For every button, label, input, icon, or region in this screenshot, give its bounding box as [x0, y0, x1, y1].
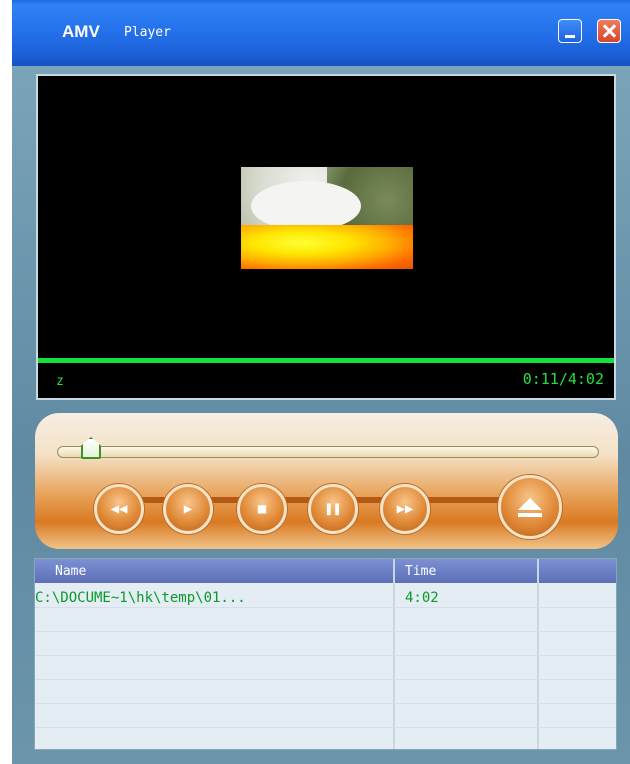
column-header-name[interactable]: Name	[55, 564, 86, 579]
pause-icon: ❚❚	[324, 501, 342, 517]
time-display: 0:11/4:02	[522, 370, 604, 388]
play-button[interactable]: ▶	[163, 484, 213, 534]
rewind-icon: ◀◀	[110, 501, 128, 517]
window-title: Player	[124, 25, 171, 40]
app-brand: AMV	[62, 22, 100, 41]
file-time: 4:02	[405, 590, 439, 606]
seek-slider-track[interactable]	[57, 446, 599, 458]
seek-slider-thumb[interactable]	[81, 437, 101, 459]
eject-button[interactable]	[498, 475, 562, 539]
file-name: C:\DOCUME~1\hk\temp\01...	[35, 590, 246, 606]
fast-forward-icon: ▶▶	[396, 501, 414, 517]
video-screen[interactable]: z 0:11/4:02	[36, 74, 616, 400]
list-item[interactable]: C:\DOCUME~1\hk\temp\01... 4:02	[35, 583, 616, 607]
play-icon: ▶	[183, 501, 193, 517]
video-status-text: z	[56, 374, 64, 389]
playback-progress-line	[38, 358, 614, 363]
stop-button[interactable]: ■	[237, 484, 287, 534]
rewind-button[interactable]: ◀◀	[94, 484, 144, 534]
playlist: Name Time C:\DOCUME~1\hk\temp\01... 4:02	[34, 558, 617, 750]
minimize-button[interactable]	[558, 19, 582, 43]
stop-icon: ■	[257, 501, 267, 517]
playlist-header: Name Time	[35, 559, 616, 583]
eject-icon	[501, 478, 559, 536]
fast-forward-button[interactable]: ▶▶	[380, 484, 430, 534]
pause-button[interactable]: ❚❚	[308, 484, 358, 534]
video-frame	[241, 167, 413, 269]
title-bar[interactable]: AMV Player	[12, 0, 630, 66]
close-button[interactable]	[597, 19, 621, 43]
control-panel: ◀◀ ▶ ■ ❚❚ ▶▶	[35, 413, 618, 549]
amv-player-window: AMV Player z 0:11/4:02 ◀◀ ▶ ■ ❚❚ ▶▶ Name…	[12, 0, 630, 764]
column-header-time[interactable]: Time	[405, 564, 436, 579]
